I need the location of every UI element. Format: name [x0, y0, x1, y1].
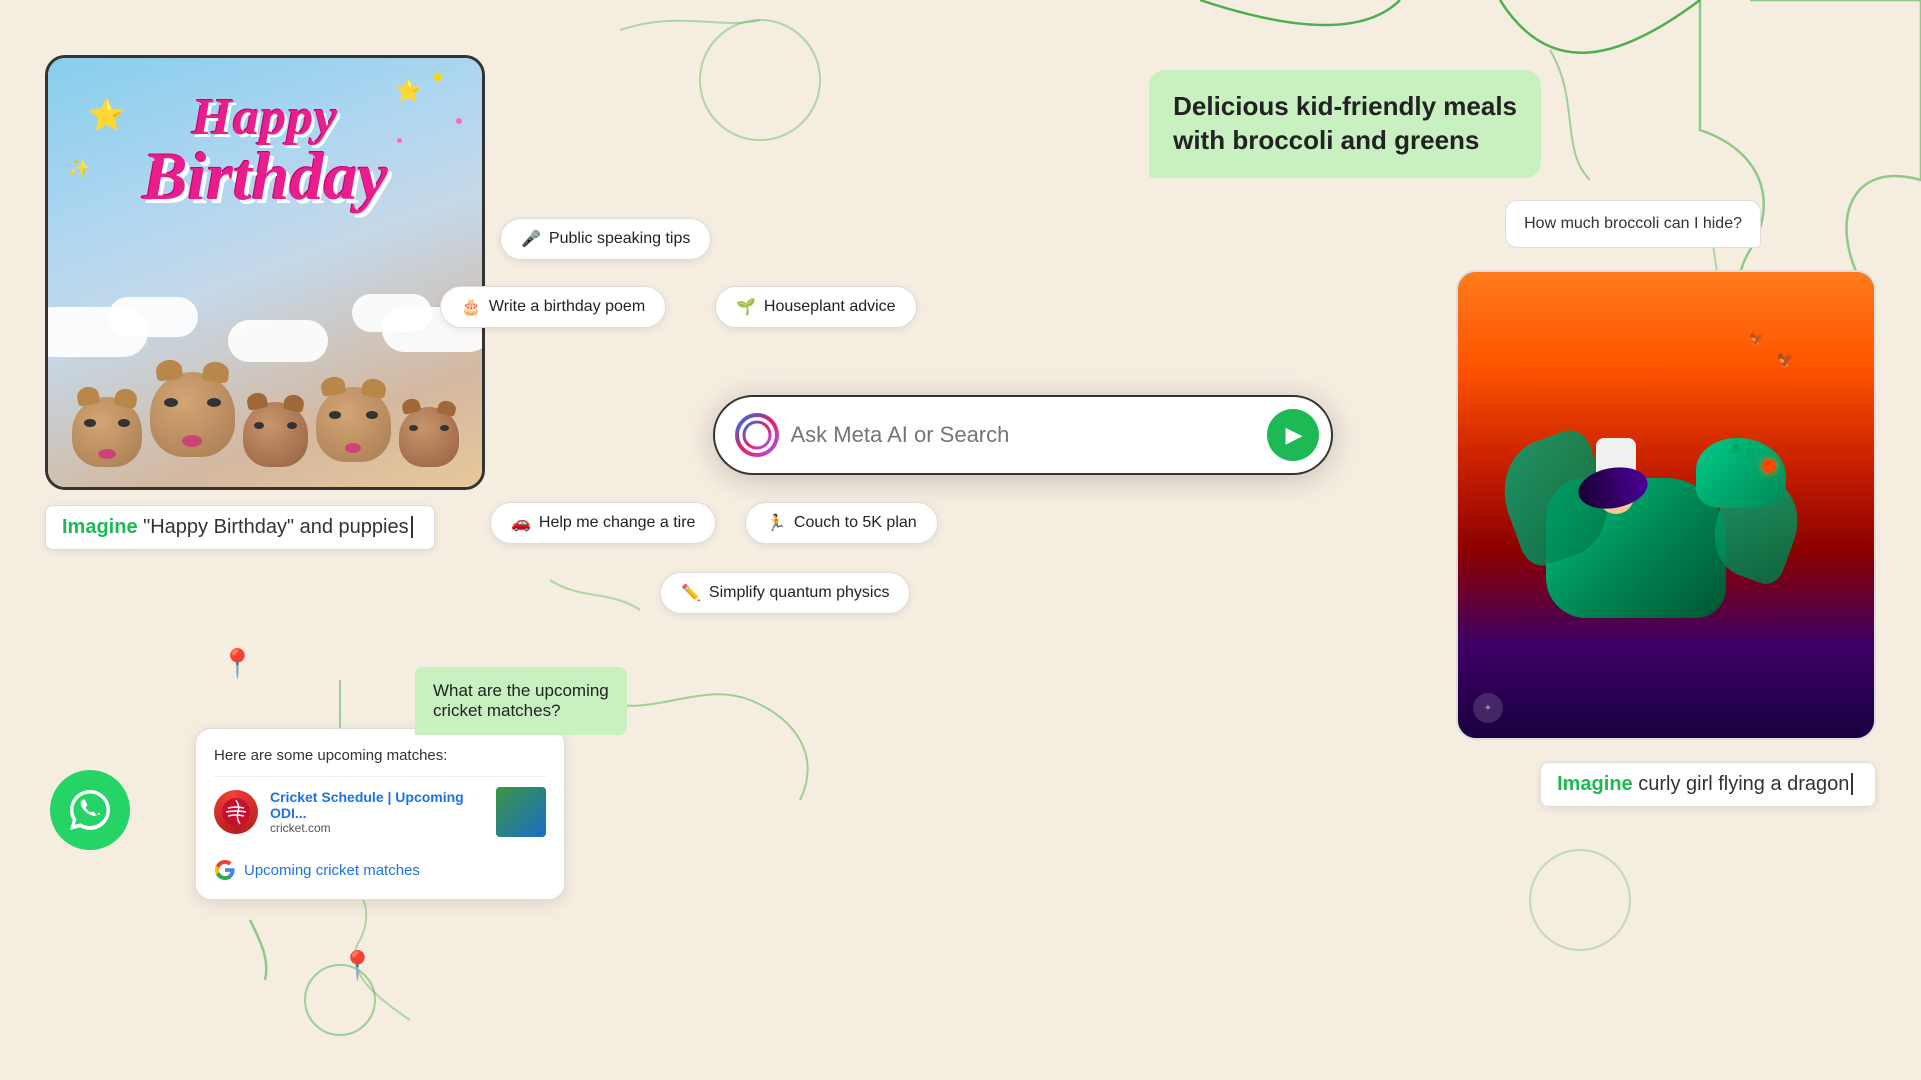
- search-input[interactable]: [791, 422, 1255, 448]
- chip-birthday-poem-label: Write a birthday poem: [489, 298, 645, 316]
- chip-houseplant-label: Houseplant advice: [764, 298, 896, 316]
- dragon-card: 🦅 🦅: [1456, 270, 1876, 740]
- cricket-result-intro: Here are some upcoming matches:: [214, 747, 546, 764]
- chip-public-speaking-icon: 🎤: [521, 229, 541, 249]
- chip-public-speaking-label: Public speaking tips: [549, 230, 690, 248]
- chip-couch-5k-icon: 🏃: [766, 513, 786, 533]
- cricket-logo: [214, 790, 258, 834]
- meta-ai-icon: [735, 413, 779, 457]
- location-pin-icon: 📍: [220, 647, 255, 680]
- chip-public-speaking[interactable]: 🎤 Public speaking tips: [500, 218, 711, 260]
- search-bar-container: ▶: [713, 395, 1333, 475]
- cricket-question-bubble: What are the upcoming cricket matches?: [415, 667, 627, 735]
- search-submit-button[interactable]: ▶: [1267, 409, 1319, 461]
- chip-quantum[interactable]: ✏️ Simplify quantum physics: [660, 572, 910, 614]
- birthday-text: Birthday: [142, 137, 388, 216]
- cricket-result-title: Cricket Schedule | Upcoming ODI...: [270, 789, 484, 821]
- send-icon: ▶: [1286, 422, 1303, 448]
- green-bubble-meals: Delicious kid-friendly meals with brocco…: [1149, 70, 1541, 178]
- location-pin-icon-2: 📍: [340, 949, 375, 982]
- chip-birthday-poem[interactable]: 🎂 Write a birthday poem: [440, 286, 666, 328]
- dragon-imagine-rest: curly girl flying a dragon: [1633, 773, 1850, 795]
- birthday-imagine-prompt[interactable]: Imagine "Happy Birthday" and puppies: [45, 505, 435, 550]
- chip-couch-5k[interactable]: 🏃 Couch to 5K plan: [745, 502, 938, 544]
- broccoli-question-bubble: How much broccoli can I hide?: [1505, 200, 1761, 248]
- google-link-text: Upcoming cricket matches: [244, 862, 420, 879]
- chip-couch-5k-label: Couch to 5K plan: [794, 514, 917, 532]
- imagine-keyword: Imagine: [62, 516, 138, 538]
- dragon-imagine-prompt[interactable]: Imagine curly girl flying a dragon: [1540, 762, 1876, 807]
- birthday-card: ⭐ ⭐ ✨ Happy Birthday: [45, 55, 485, 490]
- google-icon: [214, 859, 236, 881]
- chip-quantum-icon: ✏️: [681, 583, 701, 603]
- whatsapp-icon[interactable]: [50, 770, 130, 850]
- chip-birthday-poem-icon: 🎂: [461, 297, 481, 317]
- chip-change-tire-icon: 🚗: [511, 513, 531, 533]
- chip-change-tire-label: Help me change a tire: [539, 514, 696, 532]
- imagine-rest: "Happy Birthday" and puppies: [138, 516, 409, 538]
- cricket-results-card: Here are some upcoming matches: Cricket …: [195, 728, 565, 900]
- chip-houseplant-icon: 🌱: [736, 297, 756, 317]
- google-search-link[interactable]: Upcoming cricket matches: [214, 859, 546, 881]
- cricket-question-text: What are the upcoming cricket matches?: [433, 681, 609, 720]
- search-bar[interactable]: ▶: [713, 395, 1333, 475]
- chip-quantum-label: Simplify quantum physics: [709, 584, 890, 602]
- cricket-result-url: cricket.com: [270, 821, 484, 835]
- dragon-imagine-keyword: Imagine: [1557, 773, 1633, 795]
- chip-houseplant[interactable]: 🌱 Houseplant advice: [715, 286, 917, 328]
- cricket-result-item[interactable]: Cricket Schedule | Upcoming ODI... crick…: [214, 776, 546, 847]
- chip-change-tire[interactable]: 🚗 Help me change a tire: [490, 502, 716, 544]
